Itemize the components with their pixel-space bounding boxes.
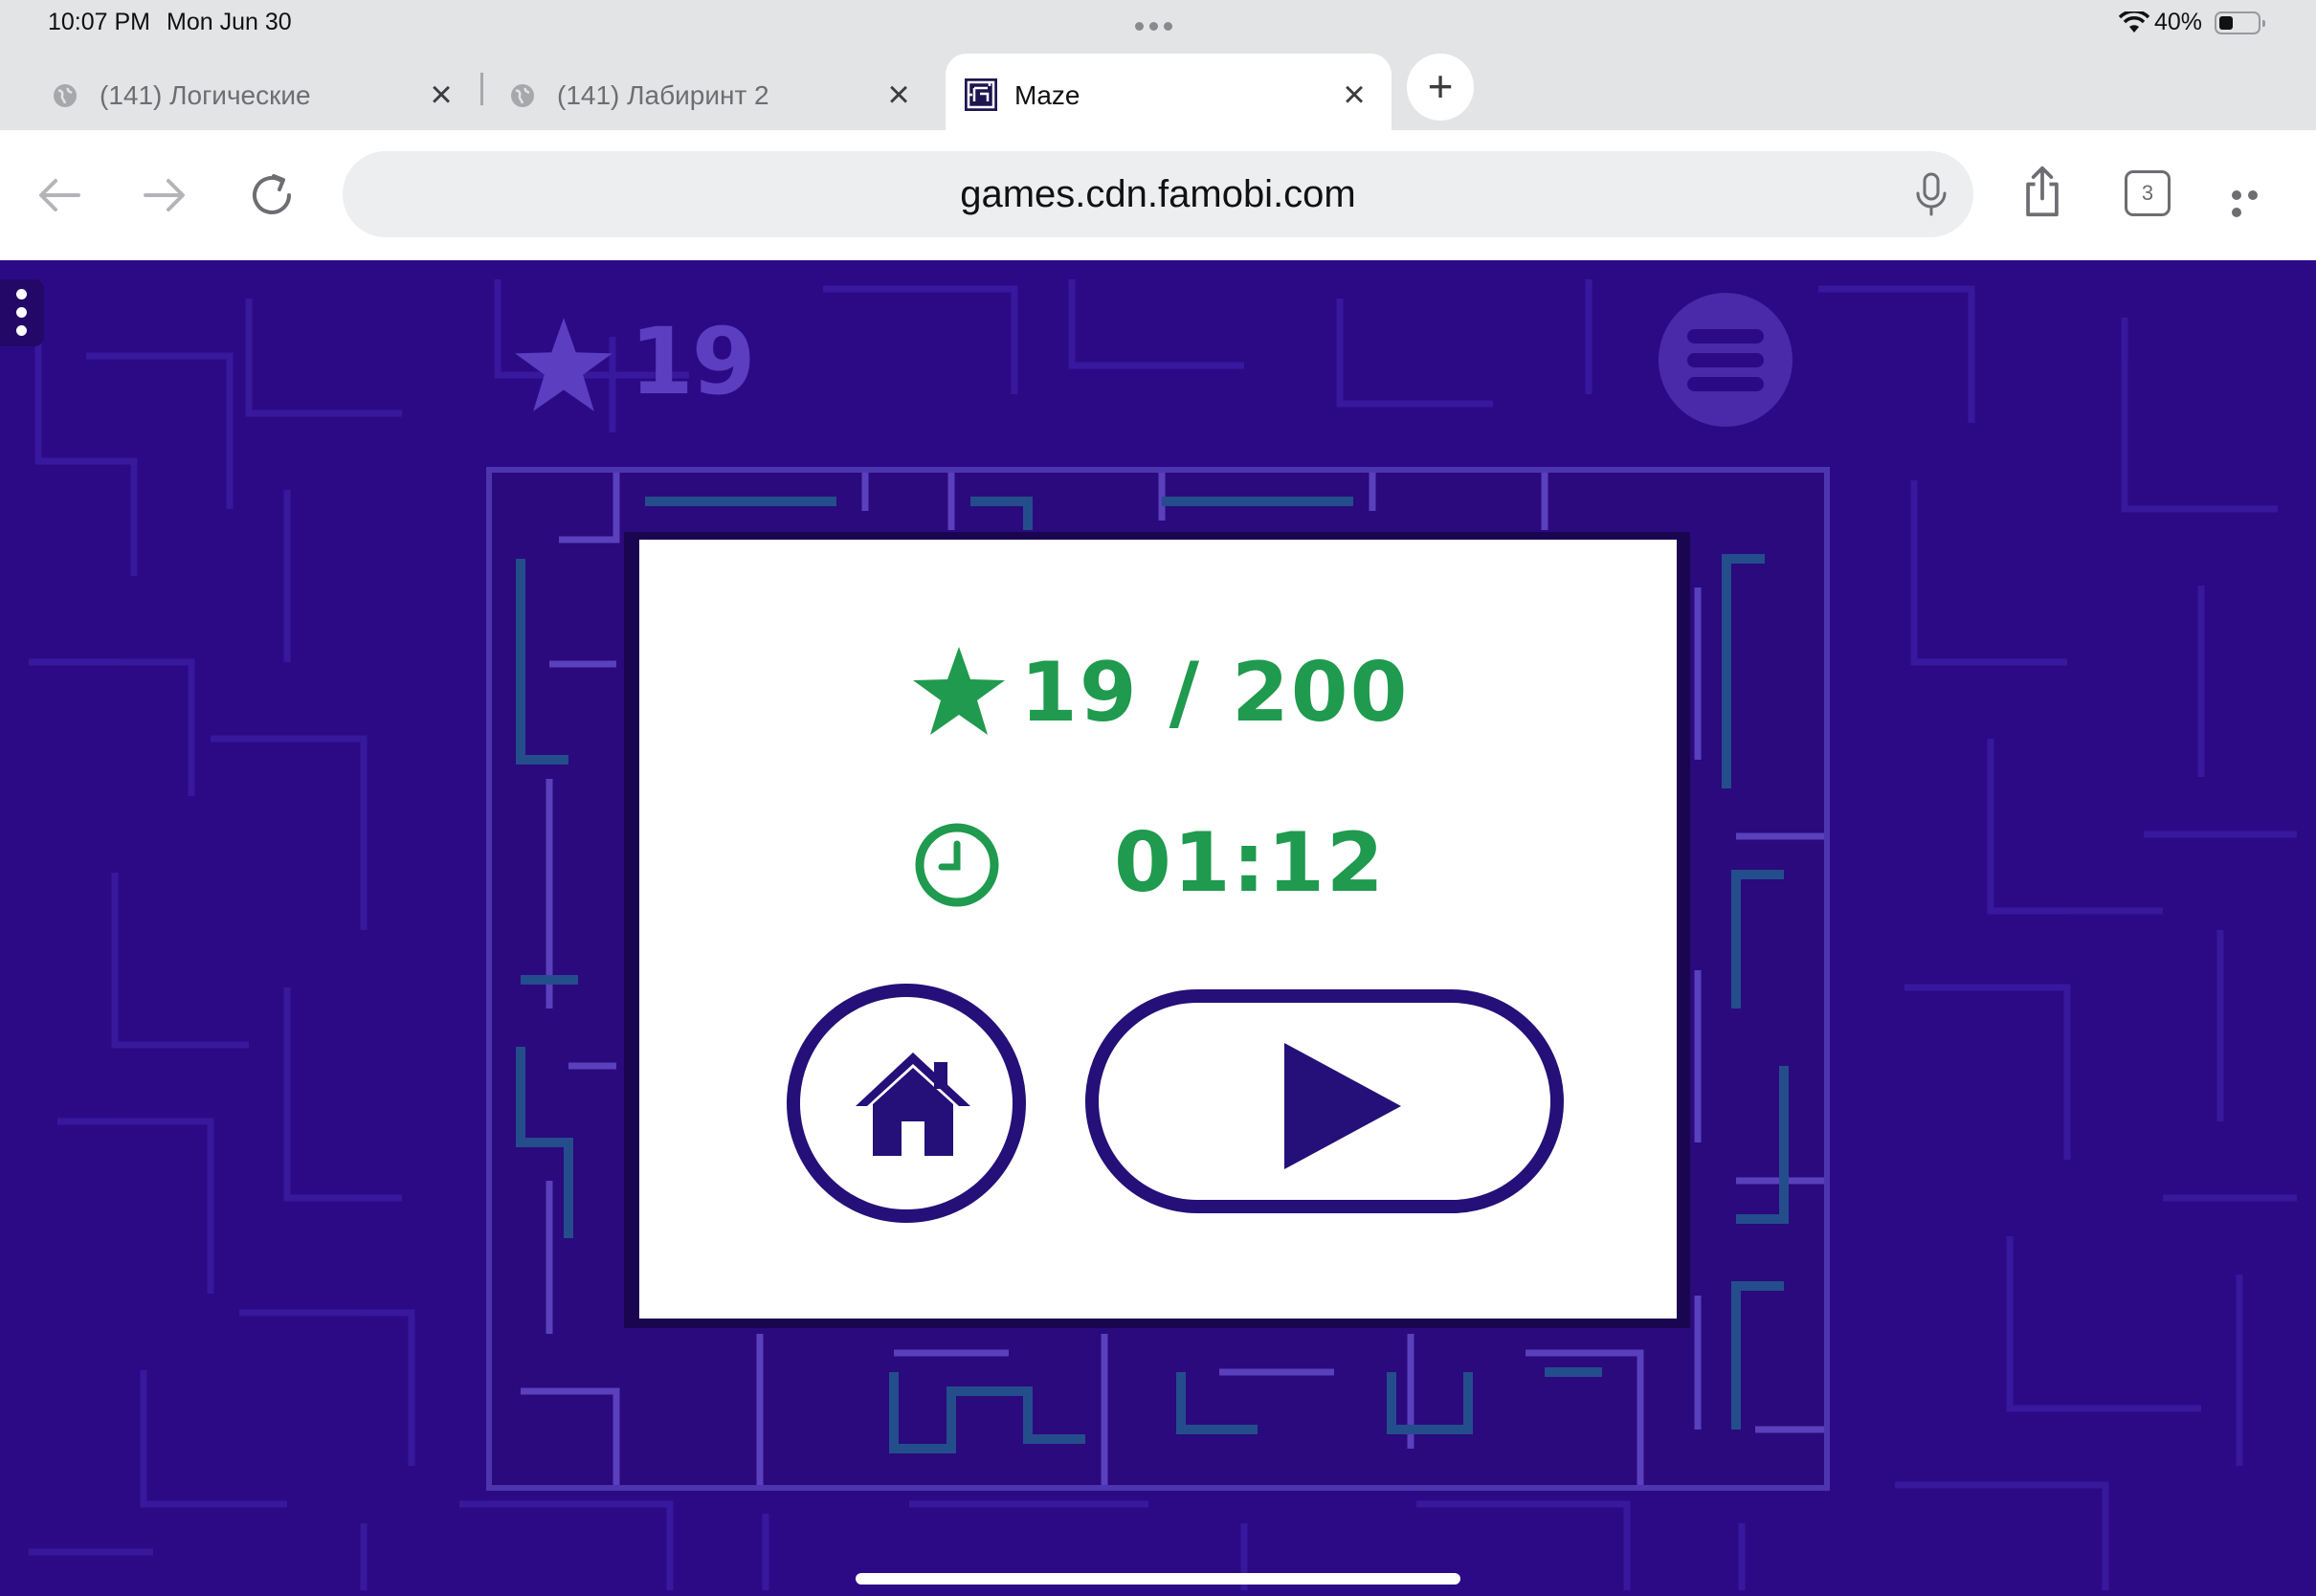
play-next-button[interactable] xyxy=(1085,989,1564,1213)
game-canvas[interactable]: 19 19 / 200 01:12 xyxy=(0,260,2316,1596)
tab-maze[interactable]: Maze × xyxy=(946,54,1392,130)
tab-separator xyxy=(480,73,483,105)
status-date: Mon Jun 30 xyxy=(167,9,292,35)
tab-overview-button[interactable]: 3 xyxy=(2125,170,2171,216)
elapsed-time: 01:12 xyxy=(1114,815,1386,911)
status-bar: 10:07 PM Mon Jun 30 40% xyxy=(0,0,2316,46)
tab-labirint[interactable]: (141) Лабиринт 2 × xyxy=(509,54,921,130)
tab-title: (141) Логические xyxy=(100,80,311,110)
multitasking-dots-icon[interactable] xyxy=(1135,18,1179,31)
star-count-row: 19 / 200 xyxy=(639,643,1677,741)
tab-title: (141) Лабиринт 2 xyxy=(557,80,769,110)
reload-icon[interactable] xyxy=(245,168,299,222)
star-icon xyxy=(913,647,1005,735)
forward-arrow-icon[interactable] xyxy=(138,168,191,222)
new-tab-button[interactable]: + xyxy=(1407,54,1474,121)
close-icon[interactable]: × xyxy=(425,76,457,114)
status-time: 10:07 PM xyxy=(48,9,151,35)
home-indicator[interactable] xyxy=(856,1573,1460,1585)
plus-icon: + xyxy=(1427,61,1454,111)
back-arrow-icon[interactable] xyxy=(33,168,86,222)
tab-title: Maze xyxy=(1014,80,1080,110)
more-icon[interactable] xyxy=(2232,188,2278,217)
home-button[interactable] xyxy=(787,984,1026,1223)
play-icon xyxy=(1284,1043,1401,1169)
stars-collected-text: 19 / 200 xyxy=(1020,645,1410,741)
battery-icon xyxy=(2215,11,2265,34)
url-text: games.cdn.famobi.com xyxy=(960,173,1356,215)
microphone-icon[interactable] xyxy=(1914,172,1949,216)
home-icon xyxy=(856,1053,970,1156)
close-icon[interactable]: × xyxy=(882,76,915,114)
share-icon[interactable] xyxy=(2015,165,2069,218)
globe-icon xyxy=(511,84,534,107)
level-complete-panel: 19 / 200 01:12 xyxy=(639,540,1677,1319)
clock-icon xyxy=(915,823,999,907)
globe-icon xyxy=(54,84,77,107)
side-menu-button[interactable] xyxy=(0,279,44,346)
tab-bar: (141) Логические × (141) Лабиринт 2 × Ma… xyxy=(0,46,2316,130)
hud-star-count: 19 xyxy=(630,308,756,415)
address-bar[interactable]: games.cdn.famobi.com xyxy=(343,151,1973,237)
star-icon xyxy=(515,318,612,411)
battery-percent: 40% xyxy=(2154,9,2203,35)
close-icon[interactable]: × xyxy=(1338,76,1370,114)
tab-logicheskie[interactable]: (141) Логические × xyxy=(52,54,463,130)
wifi-icon xyxy=(2119,11,2149,33)
hamburger-menu-button[interactable] xyxy=(1659,293,1793,427)
maze-favicon-icon xyxy=(965,78,997,111)
browser-toolbar: games.cdn.famobi.com 3 xyxy=(0,130,2316,260)
